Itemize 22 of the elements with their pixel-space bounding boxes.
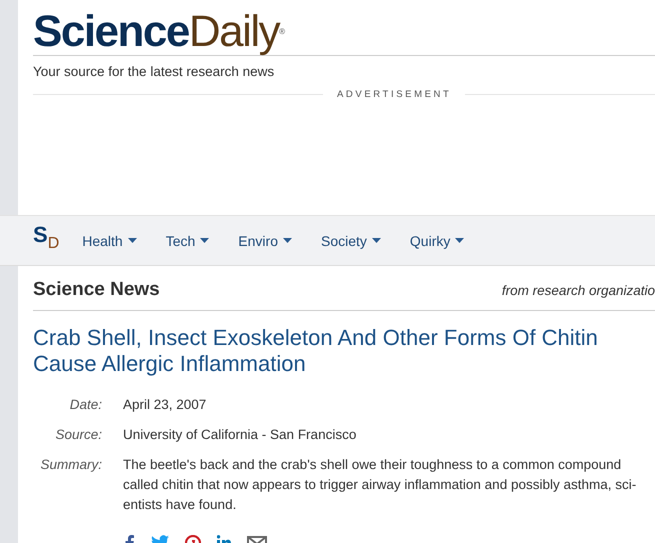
section-subtitle: from research organizatio — [502, 283, 655, 298]
caret-icon — [128, 238, 137, 243]
site-tagline: Your source for the latest research news — [33, 64, 276, 79]
caret-icon — [282, 238, 292, 243]
nav-menu-item[interactable]: Society — [320, 232, 381, 248]
meta-value: University of California - San Francisco — [123, 426, 358, 444]
meta-value: April 23, 2007 — [123, 396, 208, 414]
meta-label: Source: — [54, 426, 102, 444]
nav-menu-item[interactable]: Quirky — [410, 232, 464, 248]
article-title: Crab Shell, Insect Exoskeleton And Other Forms Of Chitin Cause Allergic Inflammation — [33, 325, 599, 377]
advertisement-label: ADVERTISEMENT — [337, 89, 452, 100]
meta-label: Summary: — [39, 456, 102, 474]
caret-icon — [372, 238, 381, 243]
nav-menu-item[interactable]: Tech — [166, 232, 210, 248]
nav-menu-item[interactable]: Enviro — [238, 232, 292, 248]
caret-icon — [200, 238, 210, 243]
site-logo[interactable]: ScienceDaily$^{®}$ — [33, 9, 286, 56]
caret-icon — [455, 238, 464, 243]
section-title: Science News — [33, 279, 160, 301]
nav-menu-item[interactable]: Health — [82, 232, 137, 248]
meta-value: The beetle's back and the crab's shell owe their toughness to a common compound called chitin that now appears to trigger airway inflammation and possibly asthma, sci- entists have found. — [123, 456, 638, 514]
meta-label: Date: — [68, 396, 102, 414]
